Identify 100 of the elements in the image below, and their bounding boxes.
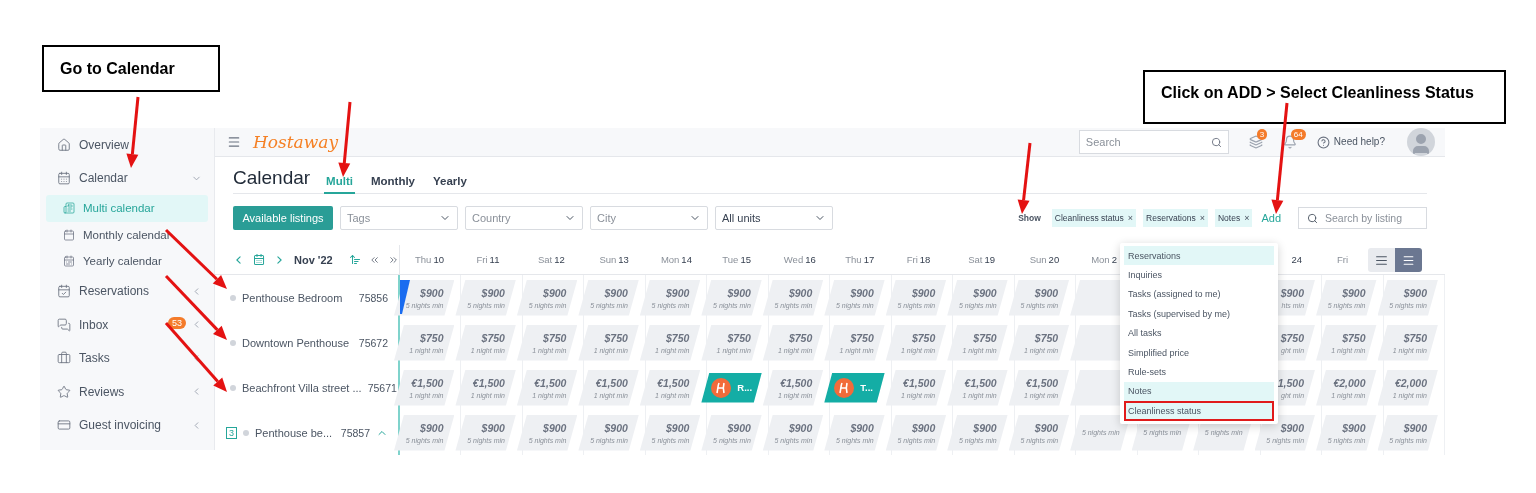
price-text: $750 <box>1280 331 1305 344</box>
chip-label: Reservations <box>1146 213 1196 223</box>
reservation-bar[interactable]: R... <box>701 372 762 403</box>
listing-id: 75672 <box>358 336 388 349</box>
price-text: 1,500 <box>1277 376 1305 389</box>
status-dot <box>230 384 236 391</box>
price-text: $900 <box>604 286 628 299</box>
view-tab[interactable]: Monthly <box>368 175 417 194</box>
listing-name[interactable]: Penthouse be... <box>255 426 335 439</box>
date-label: 18 <box>919 254 931 265</box>
weekday-label: Thu <box>845 254 862 265</box>
price-text: $900 <box>1342 286 1366 299</box>
help-link[interactable]: Need help? <box>1333 135 1385 149</box>
filter-select[interactable]: Tags <box>340 206 458 230</box>
listing-name[interactable]: Downtown Penthouse <box>242 336 353 349</box>
sidebar-item[interactable]: Inbox 53 <box>40 308 214 342</box>
sidebar-item[interactable]: Guest invoicing <box>40 408 214 442</box>
logo-icon <box>834 377 855 398</box>
reservation-bar[interactable]: T... <box>824 372 885 403</box>
sidebar-item[interactable]: Reviews <box>40 375 214 409</box>
weekday-label: Sun <box>599 254 617 265</box>
price-text: $900 <box>666 286 690 299</box>
date-label: 16 <box>805 254 816 265</box>
arrow-annotation <box>164 274 227 340</box>
stack-icon[interactable] <box>1248 135 1263 149</box>
sidebar-subitem[interactable]: Yearly calendar <box>46 248 208 275</box>
add-link[interactable]: Add <box>1261 212 1281 224</box>
instruction-callout: Click on ADD > Select Cleanliness Status <box>1143 70 1506 124</box>
menu-item[interactable]: Notes <box>1124 381 1274 402</box>
status-dot <box>243 429 249 436</box>
sidebar-subitem[interactable]: Monthly calendar <box>46 221 208 248</box>
price-text: $900 <box>727 421 751 434</box>
filter-select[interactable]: Country <box>465 206 583 230</box>
search-field[interactable]: Search <box>1078 130 1229 154</box>
price-text: $900 <box>1280 286 1305 299</box>
price-text: $900 <box>481 286 505 299</box>
listing-search-field[interactable]: Search by listing <box>1298 207 1427 229</box>
bell-icon[interactable] <box>1282 135 1297 149</box>
calendar-icon[interactable] <box>252 253 265 266</box>
listing-name[interactable]: Beachfront Villa street ... <box>242 381 362 394</box>
weekday-label: Sat <box>968 254 983 265</box>
sidebar-subitem[interactable]: Multi calendar <box>46 195 208 222</box>
remove-button[interactable]: × <box>1244 213 1250 223</box>
sidebar-item[interactable]: Reservations <box>40 274 214 308</box>
search-icon <box>1210 136 1222 148</box>
view-toggle-button[interactable] <box>1395 248 1422 272</box>
weekday-label: Wed <box>783 254 804 265</box>
logo-icon <box>711 377 732 398</box>
remove-button[interactable]: × <box>1127 213 1134 223</box>
date-label: 20 <box>1048 254 1060 265</box>
price-text: $900 <box>850 421 874 434</box>
sidebar-item[interactable]: Tasks <box>40 341 214 375</box>
arrow-annotation <box>1017 142 1032 214</box>
available-listings-button[interactable]: Available listings <box>233 206 333 230</box>
listing-id: 75671 <box>367 381 397 394</box>
house-icon <box>57 137 71 152</box>
menu-icon[interactable] <box>227 135 241 149</box>
compact-list-icon <box>1375 253 1388 267</box>
count-badge: 3 <box>1256 129 1268 140</box>
menu-item[interactable]: Cleanliness status <box>1124 401 1274 421</box>
listing-id: 75857 <box>340 426 370 439</box>
remove-button[interactable]: × <box>1199 213 1205 223</box>
search-icon <box>1307 212 1318 224</box>
calendars-icon <box>63 255 75 268</box>
price-text: $900 <box>1280 421 1305 434</box>
price-text: €1,500 <box>1026 376 1059 389</box>
price-text: $900 <box>788 421 813 434</box>
price-text: $900 <box>666 421 690 434</box>
chip-label: Notes <box>1217 213 1241 223</box>
price-text: €2,000 <box>1333 376 1366 389</box>
avatar[interactable] <box>1407 128 1435 156</box>
card-icon <box>57 418 71 433</box>
view-toggle-button[interactable] <box>1368 248 1395 272</box>
filter-select[interactable]: City <box>590 206 708 230</box>
price-text: €1,500 <box>964 376 997 389</box>
price-text: $900 <box>911 286 936 299</box>
date-label: 19 <box>984 254 996 265</box>
calendar-list-icon <box>63 202 75 215</box>
price-text: $750 <box>666 331 690 344</box>
price-text: €1,500 <box>903 376 936 389</box>
filter-select[interactable]: All units <box>715 206 833 230</box>
list-icon <box>1402 253 1415 267</box>
view-tab[interactable]: Multi <box>324 175 355 194</box>
listing-id: 75856 <box>358 291 388 304</box>
view-tab[interactable]: Yearly <box>431 175 469 194</box>
help-icon[interactable] <box>1316 135 1330 149</box>
listing-name[interactable]: Penthouse Bedroom <box>242 291 353 304</box>
brand-logo: Hostaway <box>253 132 339 152</box>
price-text: $750 <box>911 331 936 344</box>
sidebar-item[interactable]: Calendar <box>40 161 214 195</box>
calendar-icon <box>63 228 75 241</box>
date-label: 12 <box>554 254 565 265</box>
sidebar-item[interactable]: Overview <box>40 128 214 162</box>
weekday-label: Fri <box>906 254 918 265</box>
sort-icon[interactable] <box>348 253 361 266</box>
price-text: $750 <box>973 331 997 344</box>
arrow-annotation <box>164 322 227 392</box>
menu-item[interactable]: Reservations <box>1124 246 1274 266</box>
price-text: $900 <box>1403 421 1427 434</box>
weekday-label: Fri <box>1337 254 1349 265</box>
